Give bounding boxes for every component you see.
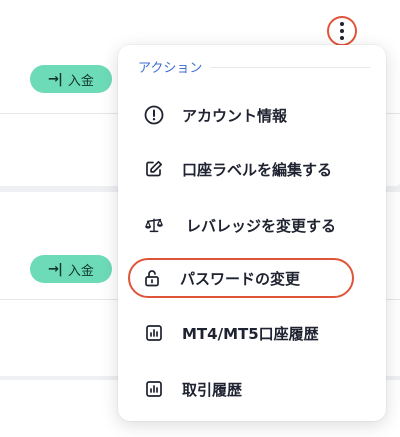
menu-item-label: レバレッジを変更する (186, 216, 337, 235)
deposit-button-2[interactable]: →| 入金 (30, 255, 112, 283)
menu-item-label: 取引履歴 (182, 380, 243, 399)
chart-icon (144, 379, 164, 399)
menu-item-label: アカウント情報 (182, 106, 288, 125)
more-vertical-icon (340, 22, 344, 40)
menu-header: アクション (138, 61, 203, 76)
info-circle-icon (144, 105, 164, 125)
scale-icon (144, 215, 164, 235)
menu-item-trade-history[interactable]: 取引履歴 (132, 369, 354, 409)
actions-menu: アクション アカウント情報 口座ラベルを編集する レバレッジを変更する パスワー… (118, 45, 386, 421)
menu-item-label: 口座ラベルを編集する (182, 160, 333, 179)
menu-item-edit-label[interactable]: 口座ラベルを編集する (132, 149, 354, 189)
menu-item-change-password[interactable]: パスワードの変更 (128, 258, 354, 298)
edit-icon (144, 159, 164, 179)
deposit-button-label: 入金 (67, 73, 94, 89)
menu-header-divider (210, 67, 370, 68)
menu-item-change-leverage[interactable]: レバレッジを変更する (132, 205, 354, 245)
deposit-button-1[interactable]: →| 入金 (30, 65, 112, 93)
menu-item-account-history[interactable]: MT4/MT5口座履歴 (132, 313, 354, 353)
chart-icon (144, 323, 164, 343)
menu-item-label: パスワードの変更 (180, 269, 301, 288)
more-options-button[interactable] (327, 16, 357, 46)
deposit-icon: →| (48, 71, 63, 87)
menu-item-label: MT4/MT5口座履歴 (182, 324, 319, 343)
unlock-icon (142, 268, 162, 288)
deposit-button-label: 入金 (67, 263, 94, 279)
menu-item-account-info[interactable]: アカウント情報 (132, 95, 354, 135)
deposit-icon: →| (48, 261, 63, 277)
